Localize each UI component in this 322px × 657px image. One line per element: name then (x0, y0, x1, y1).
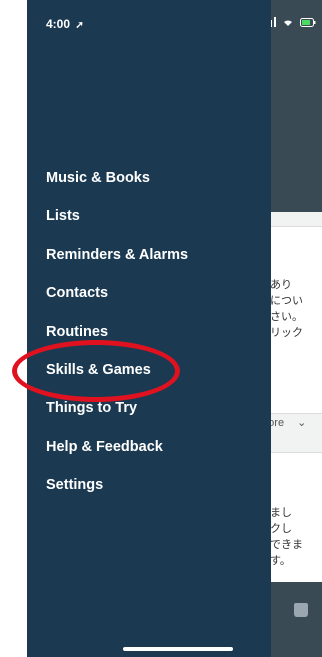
menu-item-routines[interactable]: Routines (46, 322, 188, 360)
wifi-icon (282, 17, 294, 30)
menu-item-label: Routines (46, 323, 109, 340)
battery-icon (300, 17, 316, 30)
menu-item-help-feedback[interactable]: Help & Feedback (46, 437, 188, 475)
phone-screen: きあり 能につい ださい。 クリック More ⌄ りまし ックし ができま ま… (27, 0, 322, 657)
home-icon[interactable] (294, 603, 308, 617)
menu-item-label: Contacts (46, 285, 109, 302)
menu-item-label: Reminders & Alarms (46, 246, 189, 263)
menu-item-skills-games[interactable]: Skills & Games (46, 360, 188, 398)
menu-item-music-books[interactable]: Music & Books (46, 168, 188, 206)
menu-item-reminders-alarms[interactable]: Reminders & Alarms (46, 245, 188, 283)
time-label: 4:00 (46, 17, 71, 31)
menu-item-label: Settings (46, 477, 104, 494)
menu-item-label: Things to Try (46, 400, 138, 417)
navigation-drawer: 4:00 ➚ Music & Books Lists Reminders & A… (27, 0, 271, 657)
home-indicator[interactable] (123, 647, 233, 651)
menu-item-contacts[interactable]: Contacts (46, 283, 188, 321)
menu-item-settings[interactable]: Settings (46, 475, 188, 513)
menu-item-label: Help & Feedback (46, 438, 163, 455)
drawer-menu: Music & Books Lists Reminders & Alarms C… (46, 168, 188, 514)
status-time: 4:00 ➚ (46, 17, 84, 31)
menu-item-label: Lists (46, 208, 80, 225)
chevron-down-icon: ⌄ (297, 417, 307, 429)
menu-item-label: Music & Books (46, 170, 150, 186)
menu-item-lists[interactable]: Lists (46, 206, 188, 244)
menu-item-label: Skills & Games (46, 361, 151, 378)
location-arrow-icon: ➚ (75, 20, 84, 31)
menu-item-things-to-try[interactable]: Things to Try (46, 398, 188, 436)
